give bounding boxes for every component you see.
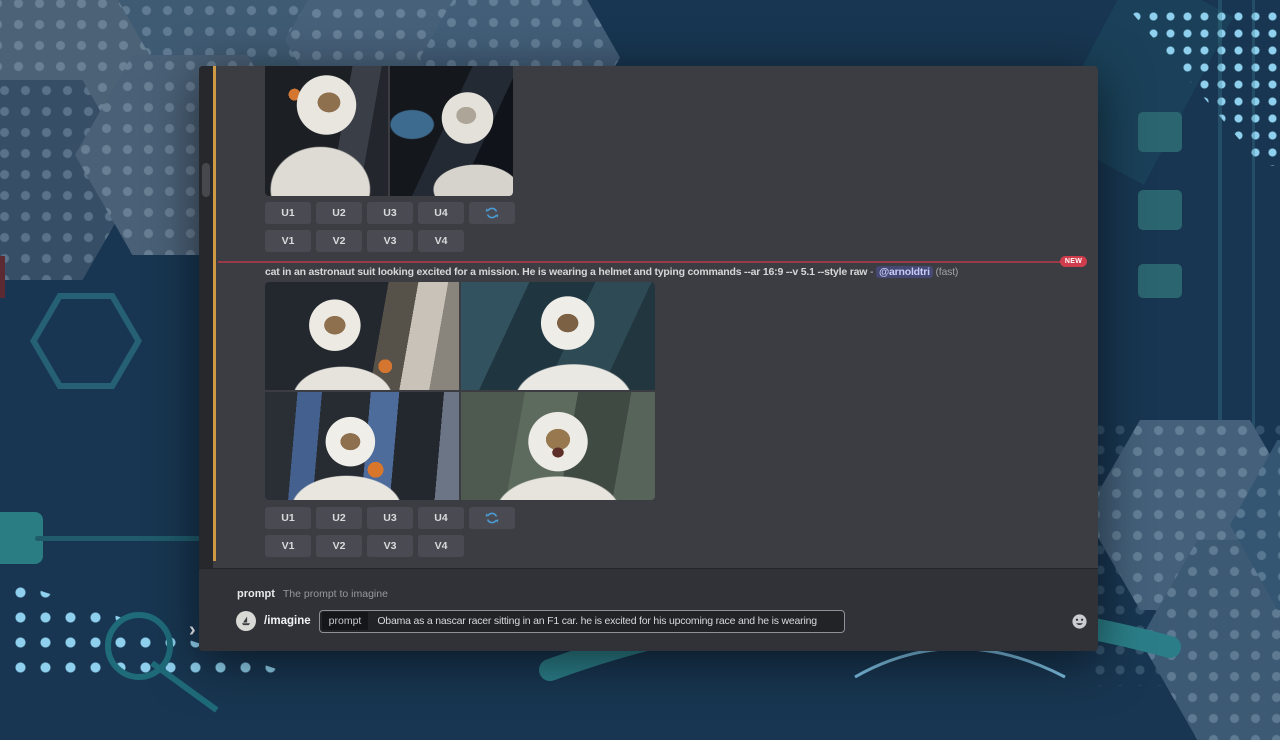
reroll-button[interactable]: [469, 202, 515, 224]
slash-autocomplete-row[interactable]: prompt The prompt to imagine: [237, 587, 388, 601]
image-cat-astronaut-4[interactable]: [461, 392, 655, 500]
v2-button[interactable]: V2: [316, 230, 362, 252]
prompt-input-value[interactable]: Obama as a nascar racer sitting in an F1…: [377, 615, 817, 627]
fast-mode-label: (fast): [936, 266, 959, 278]
image-cat-astronaut-1[interactable]: [265, 282, 459, 390]
message2-variation-row: V1 V2 V3 V4: [265, 535, 464, 557]
image-cat-astronaut-3[interactable]: [265, 392, 459, 500]
u4-button[interactable]: U4: [418, 202, 464, 224]
mention-accent-bar: [213, 66, 216, 561]
separator-text: -: [867, 266, 876, 278]
message2-prompt-text: cat in an astronaut suit looking excited…: [265, 266, 1095, 278]
sidebar-expand-chevron-icon[interactable]: ›: [189, 620, 196, 640]
u3-button[interactable]: U3: [367, 507, 413, 529]
u1-button[interactable]: U1: [265, 507, 311, 529]
left-gutter: [199, 66, 213, 651]
message1-upscale-row: U1 U2 U3 U4: [265, 202, 515, 224]
message1-variation-row: V1 V2 V3 V4: [265, 230, 464, 252]
prompt-text: cat in an astronaut suit looking excited…: [265, 266, 867, 278]
v3-button[interactable]: V3: [367, 230, 413, 252]
v1-button[interactable]: V1: [265, 230, 311, 252]
circuit-line-decoration: [1218, 0, 1222, 430]
message-input-row: /imagine prompt Obama as a nascar racer …: [236, 609, 845, 633]
teal-square-decoration: [1138, 190, 1182, 230]
chat-input-area: prompt The prompt to imagine /imagine pr…: [199, 568, 1098, 651]
v4-button[interactable]: V4: [418, 230, 464, 252]
message2-image-grid[interactable]: [265, 282, 655, 500]
imagine-command-label: /imagine: [264, 615, 311, 627]
u4-button[interactable]: U4: [418, 507, 464, 529]
sailboat-icon: [240, 615, 252, 627]
image-cat-astronaut-left[interactable]: [265, 66, 388, 196]
reroll-icon: [485, 206, 499, 220]
v4-button[interactable]: V4: [418, 535, 464, 557]
image-cat-astronaut-right[interactable]: [390, 66, 513, 196]
autocomplete-option-name: prompt: [237, 588, 275, 600]
emoji-smiley-icon: [1071, 613, 1088, 630]
u2-button[interactable]: U2: [316, 507, 362, 529]
image-cat-astronaut-2[interactable]: [461, 282, 655, 390]
u2-button[interactable]: U2: [316, 202, 362, 224]
u1-button[interactable]: U1: [265, 202, 311, 224]
discord-window: U1 U2 U3 U4 V1 V2 V3 V4 NEW cat in an as…: [199, 66, 1098, 651]
new-messages-divider: [218, 261, 1064, 263]
prompt-option-input[interactable]: prompt Obama as a nascar racer sitting i…: [319, 610, 845, 633]
v1-button[interactable]: V1: [265, 535, 311, 557]
prompt-option-chip: prompt: [322, 612, 369, 630]
emoji-picker-button[interactable]: [1071, 613, 1088, 630]
message1-image-grid[interactable]: [265, 66, 513, 196]
v2-button[interactable]: V2: [316, 535, 362, 557]
reroll-button[interactable]: [469, 507, 515, 529]
autocomplete-option-description: The prompt to imagine: [283, 588, 388, 600]
red-edge-decoration: [0, 256, 5, 298]
teal-square-decoration: [1138, 112, 1182, 152]
midjourney-sailboat-avatar: [236, 611, 256, 631]
user-mention[interactable]: @arnoldtri: [876, 266, 933, 278]
message2-upscale-row: U1 U2 U3 U4: [265, 507, 515, 529]
v3-button[interactable]: V3: [367, 535, 413, 557]
scrollbar-thumb[interactable]: [202, 163, 210, 197]
u3-button[interactable]: U3: [367, 202, 413, 224]
reroll-icon: [485, 511, 499, 525]
teal-square-decoration: [1138, 264, 1182, 298]
